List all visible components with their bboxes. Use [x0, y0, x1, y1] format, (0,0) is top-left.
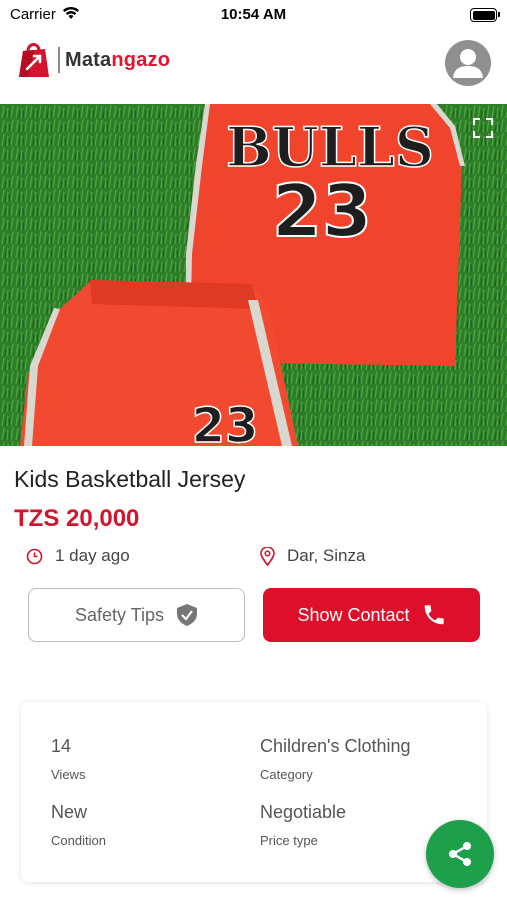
logo-divider	[58, 47, 60, 73]
user-avatar[interactable]	[445, 40, 491, 86]
condition-value: New	[51, 802, 88, 822]
location-text: Dar, Sinza	[287, 546, 366, 565]
price-type-value: Negotiable	[260, 802, 347, 822]
views-value: 14	[51, 736, 72, 756]
show-contact-label: Show Contact	[297, 604, 410, 625]
condition-info: New Condition	[51, 802, 106, 848]
user-icon	[453, 49, 483, 78]
clock: 10:54 AM	[220, 6, 287, 23]
expand-icon[interactable]	[473, 118, 493, 138]
safety-tips-button[interactable]: Safety Tips	[28, 588, 245, 642]
show-contact-button[interactable]: Show Contact	[263, 588, 480, 642]
price-type-label: Price type	[260, 833, 318, 848]
jersey-image: BULLS 23 23	[0, 104, 507, 446]
brand-name-part1: Mata	[65, 48, 112, 71]
battery-icon	[470, 8, 500, 22]
shorts-number-text: 23	[192, 398, 259, 446]
shield-check-icon	[177, 604, 198, 626]
category-info: Children's Clothing Category	[260, 736, 411, 782]
share-icon	[449, 842, 471, 866]
condition-label: Condition	[51, 833, 106, 848]
phone-icon	[424, 605, 444, 625]
posted-time-text: 1 day ago	[55, 546, 130, 565]
posted-time: 1 day ago	[26, 546, 130, 566]
jersey-number-text: 23	[272, 169, 372, 253]
clock-icon	[26, 548, 43, 564]
share-button[interactable]	[426, 820, 494, 888]
category-value: Children's Clothing	[260, 736, 411, 756]
listing-price: TZS 20,000	[14, 505, 140, 532]
listing-title: Kids Basketball Jersey	[14, 466, 246, 492]
listing-info-card: 14 Views Children's Clothing Category Ne…	[21, 702, 487, 882]
safety-tips-label: Safety Tips	[74, 604, 165, 625]
price-type-info: Negotiable Price type	[260, 802, 346, 848]
product-photo[interactable]: BULLS 23 23	[0, 104, 507, 446]
shopping-bag-icon	[19, 43, 49, 77]
brand-logo[interactable]: Matangazo	[14, 40, 170, 80]
location: Dar, Sinza	[260, 546, 365, 566]
brand-name: Matangazo	[65, 49, 170, 72]
category-label: Category	[260, 767, 313, 782]
location-pin-icon	[260, 546, 275, 566]
views-label: Views	[51, 767, 86, 782]
views-info: 14 Views	[51, 736, 85, 782]
brand-name-part2: ngazo	[111, 48, 171, 71]
status-bar: Carrier 10:54 AM	[0, 0, 507, 28]
app-header: Matangazo	[0, 28, 507, 104]
